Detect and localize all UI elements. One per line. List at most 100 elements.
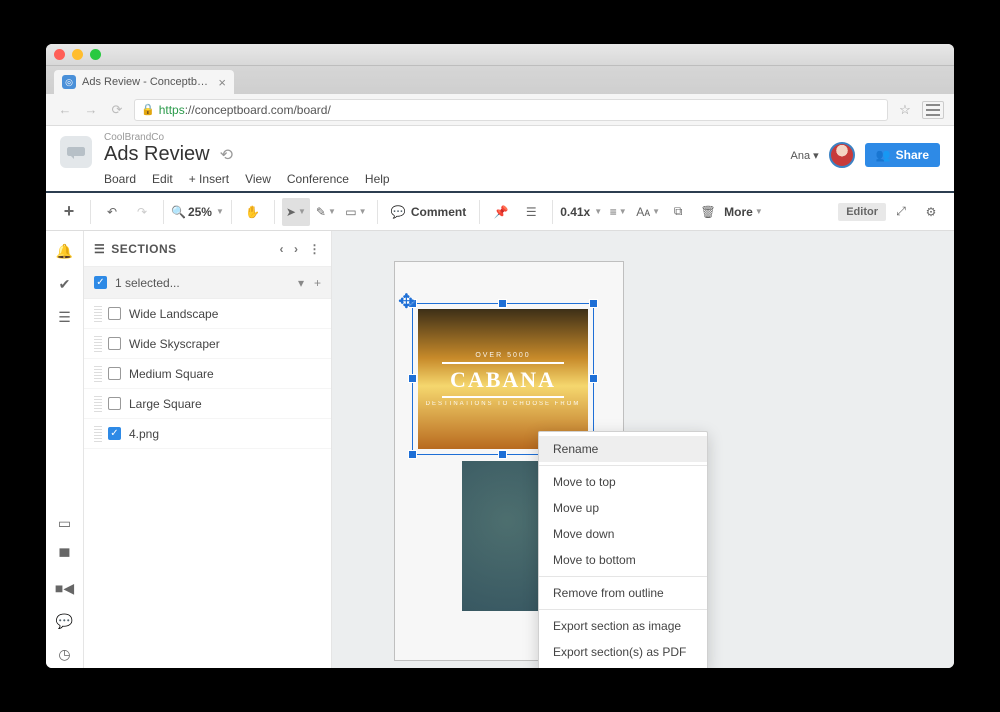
url-scheme: https <box>159 103 185 117</box>
share-button[interactable]: 👥 Share <box>865 143 940 167</box>
ctx-export-section-s-as-pdf[interactable]: Export section(s) as PDF <box>539 639 707 665</box>
zoom-control[interactable]: 🔍 25%▼ <box>171 198 224 226</box>
add-button[interactable]: + <box>55 198 83 226</box>
section-item[interactable]: ✓4.png <box>84 419 331 449</box>
tab-title: Ads Review - Conceptb… <box>82 76 208 88</box>
fullscreen-icon[interactable]: ⤢ <box>887 198 915 226</box>
section-checkbox[interactable]: ✓ <box>108 427 121 440</box>
chat-icon[interactable]: 💬 <box>55 613 75 630</box>
scale-display[interactable]: 0.41x▼ <box>560 198 602 226</box>
pointer-status-icon[interactable]: ▭ <box>55 515 75 532</box>
browser-menu-icon[interactable] <box>922 101 944 119</box>
present-icon[interactable]: ▀ <box>55 548 75 564</box>
window-close-dot[interactable] <box>54 49 65 60</box>
section-checkbox[interactable] <box>108 307 121 320</box>
resize-handle[interactable] <box>408 450 417 459</box>
resize-handle[interactable] <box>498 299 507 308</box>
select-all-checkbox[interactable]: ✓ <box>94 276 107 289</box>
board-title[interactable]: Ads Review <box>104 143 210 166</box>
close-tab-icon[interactable]: × <box>218 75 226 90</box>
pin-icon[interactable]: 📌 <box>487 198 515 226</box>
resize-handle[interactable] <box>589 374 598 383</box>
browser-window: ◎ Ads Review - Conceptb… × ← → ⟳ 🔒 https… <box>46 44 954 668</box>
drag-grip-icon[interactable] <box>94 396 102 412</box>
context-menu: Rename Move to topMove upMove downMove to… <box>538 431 708 668</box>
bell-icon[interactable]: 🔔 <box>55 243 75 260</box>
section-checkbox[interactable] <box>108 397 121 410</box>
section-item[interactable]: Medium Square <box>84 359 331 389</box>
panel-list-icon: ☰ <box>94 242 105 256</box>
selection-row[interactable]: ✓ 1 selected... ▾ + <box>84 267 331 299</box>
ctx-move-to-bottom[interactable]: Move to bottom <box>539 547 707 573</box>
section-list: Wide Landscape Wide Skyscraper Medium Squa… <box>84 299 331 668</box>
panel-prev-icon[interactable]: ‹ <box>280 242 285 256</box>
add-section-icon[interactable]: + <box>314 276 321 290</box>
section-item[interactable]: Wide Skyscraper <box>84 329 331 359</box>
window-minimize-dot[interactable] <box>72 49 83 60</box>
ctx-move-down[interactable]: Move down <box>539 521 707 547</box>
browser-tabs: ◎ Ads Review - Conceptb… × <box>46 66 954 94</box>
toolbar: + ↶ ↷ 🔍 25%▼ ✋ ➤▼ ✎▼ ▭▼ 💬 Comment 📌 ☰ 0.… <box>46 193 954 231</box>
browser-tab[interactable]: ◎ Ads Review - Conceptb… × <box>54 70 234 94</box>
menu-insert[interactable]: + Insert <box>189 172 229 186</box>
window-zoom-dot[interactable] <box>90 49 101 60</box>
panel-menu-icon[interactable]: ⋮ <box>309 242 322 256</box>
mode-badge[interactable]: Editor <box>838 203 886 221</box>
back-icon[interactable]: ← <box>56 102 74 117</box>
menu-view[interactable]: View <box>245 172 271 186</box>
menu-conference[interactable]: Conference <box>287 172 349 186</box>
bookmark-star-icon[interactable]: ☆ <box>896 102 914 118</box>
section-label: Medium Square <box>129 367 214 381</box>
menu-board[interactable]: Board <box>104 172 136 186</box>
settings-gear-icon[interactable]: ⚙ <box>917 198 945 226</box>
pan-hand-icon[interactable]: ✋ <box>239 198 267 226</box>
redo-icon[interactable]: ↷ <box>128 198 156 226</box>
more-button[interactable]: More▼ <box>724 198 763 226</box>
canvas[interactable]: bana OVER 5000 CABANA DESTINATIONS TO CH… <box>332 231 954 668</box>
avatar[interactable] <box>829 142 855 168</box>
section-item[interactable]: Wide Landscape <box>84 299 331 329</box>
section-label: Large Square <box>129 397 202 411</box>
app-logo[interactable] <box>60 136 92 168</box>
check-circle-icon[interactable]: ✔ <box>55 276 75 293</box>
section-checkbox[interactable] <box>108 337 121 350</box>
undo-icon[interactable]: ↶ <box>98 198 126 226</box>
section-label: Wide Landscape <box>129 307 218 321</box>
resize-handle[interactable] <box>498 450 507 459</box>
ctx-export-section-as-image[interactable]: Export section as image <box>539 613 707 639</box>
ctx-move-up[interactable]: Move up <box>539 495 707 521</box>
menu-help[interactable]: Help <box>365 172 390 186</box>
left-rail: 🔔 ✔ ☰ ▭ ▀ ■◀ 💬 ◷ <box>46 231 84 668</box>
video-icon[interactable]: ■◀ <box>55 580 75 597</box>
panel-next-icon[interactable]: › <box>294 242 299 256</box>
style-icon[interactable]: Aᴀ▼ <box>634 198 662 226</box>
list-icon[interactable]: ☰ <box>517 198 545 226</box>
drag-grip-icon[interactable] <box>94 366 102 382</box>
section-checkbox[interactable] <box>108 367 121 380</box>
shape-tool-icon[interactable]: ▭▼ <box>342 198 370 226</box>
drag-grip-icon[interactable] <box>94 336 102 352</box>
selection-dropdown-icon[interactable]: ▾ <box>298 276 304 290</box>
drag-grip-icon[interactable] <box>94 426 102 442</box>
align-icon[interactable]: ≡▼ <box>604 198 632 226</box>
copy-icon[interactable]: ⧉ <box>664 198 692 226</box>
drag-grip-icon[interactable] <box>94 306 102 322</box>
draw-tool-icon[interactable]: ✎▼ <box>312 198 340 226</box>
move-icon[interactable]: ✥ <box>398 289 415 314</box>
resize-handle[interactable] <box>408 374 417 383</box>
trash-icon[interactable]: 🗑 <box>694 198 722 226</box>
refresh-icon[interactable]: ⟲ <box>220 145 233 165</box>
reload-icon[interactable]: ⟳ <box>108 102 126 118</box>
ctx-remove-from-outline[interactable]: Remove from outline <box>539 580 707 606</box>
url-input[interactable]: 🔒 https://conceptboard.com/board/ <box>134 99 888 121</box>
ctx-rename[interactable]: Rename <box>539 436 707 462</box>
pointer-tool-icon[interactable]: ➤▼ <box>282 198 310 226</box>
sections-list-icon[interactable]: ☰ <box>55 309 75 326</box>
ctx-move-to-top[interactable]: Move to top <box>539 469 707 495</box>
help-icon[interactable]: ◷ <box>55 646 75 663</box>
menu-edit[interactable]: Edit <box>152 172 173 186</box>
username[interactable]: Ana ▾ <box>791 149 819 162</box>
resize-handle[interactable] <box>589 299 598 308</box>
section-item[interactable]: Large Square <box>84 389 331 419</box>
comment-button[interactable]: 💬 Comment <box>385 198 472 226</box>
